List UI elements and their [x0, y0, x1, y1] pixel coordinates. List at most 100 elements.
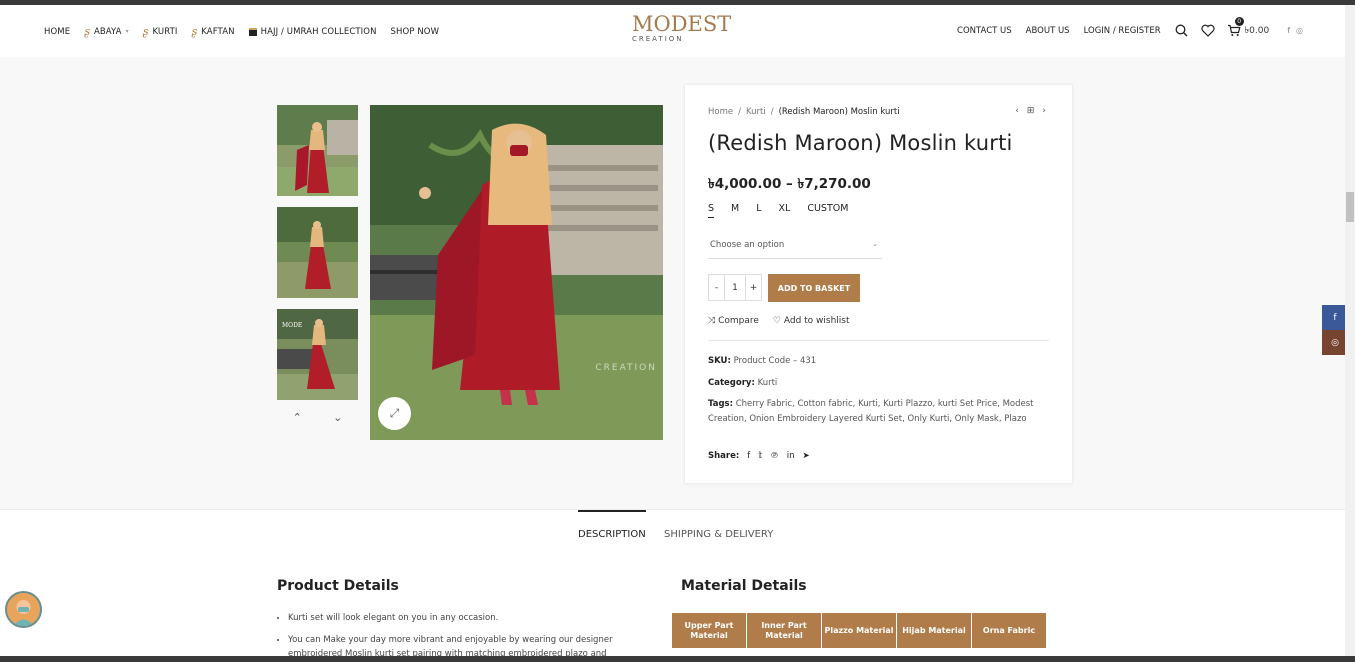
size-swatch-xl[interactable]: XL: [779, 203, 791, 218]
material-header: Inner Part Material: [746, 612, 822, 649]
size-swatch-m[interactable]: M: [731, 203, 739, 218]
nav-hajj-umrah[interactable]: HAJJ / UMRAH COLLECTION: [248, 27, 377, 37]
breadcrumb-separator: /: [738, 107, 741, 117]
s-ornament-icon: ʂ: [84, 25, 90, 38]
tags-row: Tags: Cherry Fabric, Cotton fabric, Kurt…: [708, 397, 1038, 427]
product-tabs-section: DESCRIPTION SHIPPING & DELIVERY Product …: [0, 509, 1355, 662]
svg-text:MODE: MODE: [282, 322, 302, 329]
nav-kurti[interactable]: ʂ KURTI: [143, 25, 178, 38]
divider: [708, 340, 1049, 341]
main-nav: HOME ʂ ABAYA ▾ ʂ KURTI ʂ KAFTAN HAJJ / UMRAH…: [44, 25, 453, 38]
chevron-left-icon[interactable]: ‹: [1015, 106, 1019, 116]
scroll-thumb[interactable]: [1346, 192, 1354, 222]
instagram-icon[interactable]: ◎: [1296, 26, 1303, 35]
site-logo[interactable]: MODEST CREATION: [632, 12, 732, 53]
material-header: Hijab Material: [896, 612, 972, 649]
category-label: Category:: [708, 378, 755, 388]
main-product-image[interactable]: CREATION ⤢: [370, 105, 663, 440]
list-item: Kurti set will look elegant on you in an…: [288, 611, 628, 625]
material-header: Plazzo Material: [821, 612, 897, 649]
s-ornament-icon: ʂ: [191, 25, 198, 38]
chat-avatar-button[interactable]: [5, 591, 42, 628]
scrollbar[interactable]: [1345, 5, 1355, 657]
product-details-title: Product Details: [277, 578, 399, 594]
kaaba-icon: [248, 27, 257, 36]
compare-label: Compare: [718, 316, 759, 326]
category-row: Category: Kurti: [708, 376, 1038, 391]
variation-select[interactable]: Choose an option ⌄: [708, 235, 882, 259]
compare-icon: ⤨: [708, 316, 716, 326]
nav-about[interactable]: ABOUT US: [1026, 26, 1070, 36]
linkedin-icon[interactable]: in: [787, 451, 795, 461]
site-header: HOME ʂ ABAYA ▾ ʂ KURTI ʂ KAFTAN HAJJ / UMRAH…: [0, 5, 1355, 57]
nav-contact[interactable]: CONTACT US: [957, 26, 1012, 36]
nav-login[interactable]: LOGIN / REGISTER: [1084, 26, 1161, 36]
size-swatches: S M L XL CUSTOM: [708, 203, 848, 218]
product-price: ৳4,000.00 – ৳7,270.00: [708, 176, 871, 192]
qty-plus-button[interactable]: +: [746, 275, 761, 300]
tags-links[interactable]: Cherry Fabric, Cotton fabric, Kurti, Kur…: [708, 399, 1034, 424]
nav-home-label: HOME: [44, 26, 71, 37]
heart-icon: ♡: [772, 316, 781, 326]
expand-icon[interactable]: ⤢: [378, 397, 411, 430]
nav-home[interactable]: HOME: [44, 27, 70, 37]
share-row: Share: f 𝕥 ℗ in ➤: [708, 451, 810, 461]
product-thumbnail[interactable]: [277, 207, 358, 298]
logo-subtitle: CREATION: [632, 35, 684, 43]
breadcrumb-current: (Redish Maroon) Moslin kurti: [778, 107, 900, 117]
size-swatch-s[interactable]: S: [708, 203, 715, 218]
header-social: f ◎: [1287, 26, 1303, 35]
image-watermark: CREATION: [595, 363, 657, 373]
tags-label: Tags:: [708, 399, 733, 409]
chevron-right-icon[interactable]: ›: [1042, 106, 1046, 116]
breadcrumb-category[interactable]: Kurti: [746, 107, 766, 117]
grid-icon[interactable]: ⊞: [1027, 106, 1035, 116]
facebook-icon[interactable]: f: [1287, 26, 1290, 35]
chevron-up-icon[interactable]: ⌃: [293, 411, 302, 424]
header-right: CONTACT US ABOUT US LOGIN / REGISTER 0 ৳…: [957, 17, 1303, 38]
pinterest-icon[interactable]: ℗: [770, 451, 779, 461]
size-swatch-custom[interactable]: CUSTOM: [807, 203, 848, 218]
cart-total: ৳0.00: [1244, 26, 1270, 36]
nav-kurti-label: KURTI: [152, 26, 178, 37]
qty-minus-button[interactable]: -: [709, 275, 724, 300]
chevron-down-icon: ▾: [125, 28, 129, 35]
product-summary: Home / Kurti / (Redish Maroon) Moslin ku…: [684, 84, 1073, 484]
nav-abaya[interactable]: ʂ ABAYA ▾: [84, 25, 129, 38]
twitter-icon[interactable]: 𝕥: [758, 451, 762, 461]
nav-abaya-label: ABAYA: [93, 26, 122, 37]
heart-icon[interactable]: [1201, 24, 1215, 38]
search-icon[interactable]: [1175, 24, 1189, 38]
size-swatch-l[interactable]: L: [756, 203, 761, 218]
add-to-basket-button[interactable]: ADD TO BASKET: [768, 274, 860, 302]
material-header: Orna Fabric: [971, 612, 1047, 649]
nav-kaftan-label: KAFTAN: [201, 26, 235, 37]
cart-count-badge: 0: [1234, 17, 1244, 26]
share-label: Share:: [708, 451, 740, 461]
breadcrumb-home[interactable]: Home: [708, 107, 733, 117]
breadcrumb-separator: /: [770, 107, 774, 117]
product-thumbnail[interactable]: [277, 105, 358, 196]
material-details-title: Material Details: [681, 578, 807, 594]
category-link[interactable]: Kurti: [758, 378, 778, 388]
telegram-icon[interactable]: ➤: [802, 451, 809, 461]
nav-kaftan[interactable]: ʂ KAFTAN: [192, 25, 235, 38]
chevron-down-icon: ⌄: [872, 240, 878, 248]
cart-button[interactable]: 0 ৳0.00: [1227, 17, 1270, 38]
bottom-strip: [0, 656, 1355, 662]
nav-shop-now[interactable]: SHOP NOW: [391, 27, 440, 37]
thumbnail-arrows: ⌃ ⌄: [277, 411, 358, 424]
tab-description[interactable]: DESCRIPTION: [578, 510, 646, 540]
compare-link[interactable]: ⤨ Compare: [708, 316, 759, 326]
logo-wordmark: MODEST: [632, 12, 732, 36]
qty-input[interactable]: 1: [724, 275, 746, 300]
s-ornament-icon: ʂ: [142, 25, 149, 38]
tab-shipping-delivery[interactable]: SHIPPING & DELIVERY: [664, 529, 773, 540]
facebook-icon[interactable]: f: [747, 451, 750, 461]
wishlist-link[interactable]: ♡ Add to wishlist: [773, 316, 850, 326]
breadcrumb: Home / Kurti / (Redish Maroon) Moslin ku…: [708, 107, 900, 117]
chevron-down-icon[interactable]: ⌄: [333, 411, 342, 424]
sku-label: SKU:: [708, 356, 731, 366]
product-thumbnail[interactable]: MODE: [277, 309, 358, 400]
sku-value: Product Code – 431: [733, 356, 817, 366]
